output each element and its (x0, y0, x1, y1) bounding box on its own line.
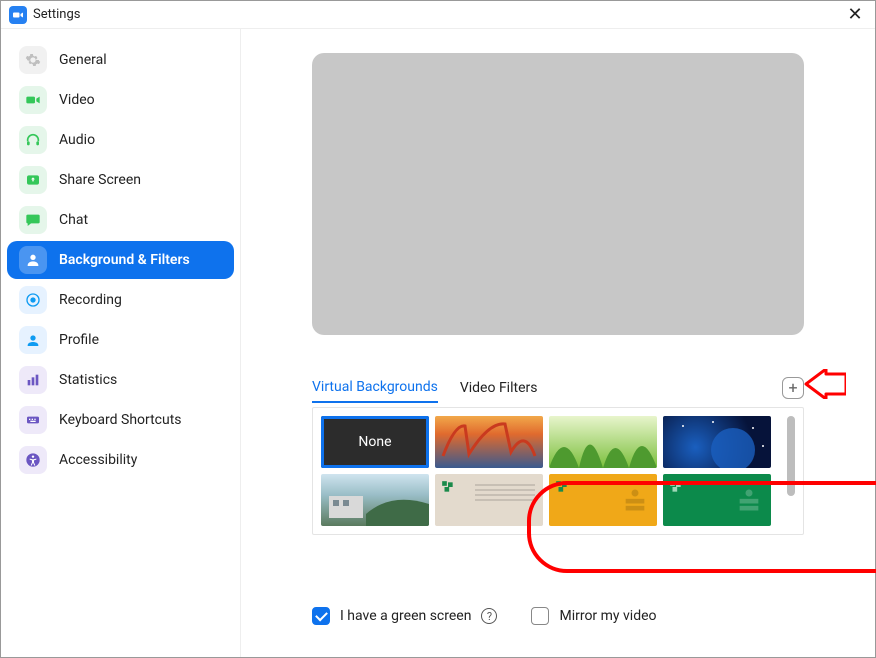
background-thumb[interactable] (663, 474, 771, 526)
sidebar-item-label: General (59, 52, 107, 68)
profile-icon (19, 326, 47, 354)
sidebar-item-share-screen[interactable]: Share Screen (7, 161, 234, 199)
sidebar-item-label: Audio (59, 132, 95, 148)
green-screen-checkbox[interactable] (312, 607, 330, 625)
sidebar-item-accessibility[interactable]: Accessibility (7, 441, 234, 479)
sidebar-item-recording[interactable]: Recording (7, 281, 234, 319)
background-thumb[interactable] (549, 416, 657, 468)
accessibility-icon (19, 446, 47, 474)
sidebar-item-label: Statistics (59, 372, 117, 388)
content-area: Virtual Backgrounds Video Filters + None (241, 29, 875, 657)
sidebar: General Video Audio Share Screen Chat (1, 29, 241, 657)
mirror-video-checkbox[interactable] (531, 607, 549, 625)
sidebar-item-label: Recording (59, 292, 122, 308)
sidebar-item-audio[interactable]: Audio (7, 121, 234, 159)
sidebar-item-label: Chat (59, 212, 88, 228)
window-title: Settings (33, 7, 80, 22)
background-thumb[interactable] (321, 474, 429, 526)
backgrounds-scrollbar[interactable] (787, 416, 795, 526)
background-thumb[interactable] (663, 416, 771, 468)
mirror-video-label: Mirror my video (559, 608, 656, 624)
record-icon (19, 286, 47, 314)
sidebar-item-keyboard-shortcuts[interactable]: Keyboard Shortcuts (7, 401, 234, 439)
titlebar: Settings ✕ (1, 1, 875, 29)
sidebar-item-label: Keyboard Shortcuts (59, 412, 182, 428)
sidebar-item-general[interactable]: General (7, 41, 234, 79)
green-screen-label: I have a green screen (340, 608, 471, 624)
sidebar-item-video[interactable]: Video (7, 81, 234, 119)
sidebar-item-label: Background & Filters (59, 252, 190, 268)
video-icon (19, 86, 47, 114)
callout-arrow-icon (802, 369, 846, 399)
bottom-options: I have a green screen ? Mirror my video (312, 607, 804, 625)
close-button[interactable]: ✕ (843, 6, 867, 24)
tabs-row: Virtual Backgrounds Video Filters + (312, 373, 804, 403)
help-icon[interactable]: ? (481, 608, 497, 624)
sidebar-item-label: Video (59, 92, 95, 108)
background-thumb[interactable] (435, 474, 543, 526)
sidebar-item-profile[interactable]: Profile (7, 321, 234, 359)
backgrounds-grid: None (312, 407, 804, 535)
person-icon (19, 246, 47, 274)
sidebar-item-label: Share Screen (59, 172, 141, 188)
scrollbar-thumb[interactable] (787, 416, 795, 496)
background-thumb[interactable] (549, 474, 657, 526)
tab-video-filters[interactable]: Video Filters (460, 374, 538, 402)
headphones-icon (19, 126, 47, 154)
gear-icon (19, 46, 47, 74)
chat-icon (19, 206, 47, 234)
none-label: None (358, 434, 391, 450)
sidebar-item-label: Accessibility (59, 452, 137, 468)
background-thumb[interactable] (435, 416, 543, 468)
sidebar-item-statistics[interactable]: Statistics (7, 361, 234, 399)
share-screen-icon (19, 166, 47, 194)
video-preview (312, 53, 804, 335)
tab-virtual-backgrounds[interactable]: Virtual Backgrounds (312, 373, 438, 403)
keyboard-icon (19, 406, 47, 434)
app-logo-icon (9, 6, 27, 24)
sidebar-item-chat[interactable]: Chat (7, 201, 234, 239)
main-layout: General Video Audio Share Screen Chat (1, 29, 875, 657)
background-thumb-none[interactable]: None (321, 416, 429, 468)
sidebar-item-background-filters[interactable]: Background & Filters (7, 241, 234, 279)
add-background-button[interactable]: + (782, 377, 804, 399)
stats-icon (19, 366, 47, 394)
sidebar-item-label: Profile (59, 332, 99, 348)
